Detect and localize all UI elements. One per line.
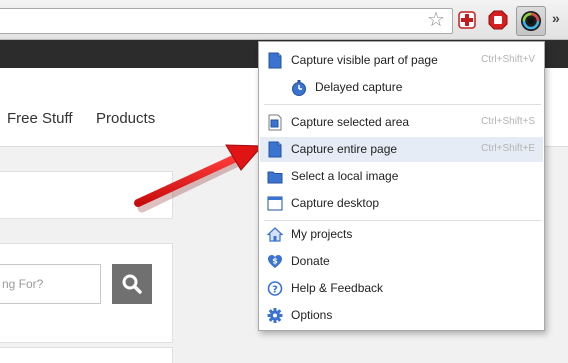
nav-item-products[interactable]: Products — [96, 110, 155, 127]
folder-icon — [267, 171, 283, 184]
menu-item-capture-entire[interactable]: Capture entire page Ctrl+Shift+E — [260, 137, 543, 162]
bookmark-star-icon[interactable]: ☆ — [425, 9, 447, 31]
browser-toolbar: ☆ » — [0, 0, 568, 40]
health-extension-icon[interactable] — [456, 9, 478, 31]
menu-item-help-feedback[interactable]: ? Help & Feedback — [260, 276, 543, 301]
selection-icon — [268, 114, 282, 131]
heart-dollar-icon: $ — [268, 255, 282, 268]
menu-separator — [264, 220, 541, 221]
page-icon — [268, 141, 282, 158]
nav-item-free-stuff[interactable]: Free Stuff — [7, 110, 73, 127]
content-card — [0, 171, 173, 219]
menu-item-capture-visible[interactable]: Capture visible part of page Ctrl+Shift+… — [260, 48, 543, 73]
search-card: ng For? — [0, 243, 173, 343]
menu-item-select-local-image[interactable]: Select a local image — [260, 164, 543, 189]
page-icon — [268, 52, 282, 69]
menu-item-capture-desktop[interactable]: Capture desktop — [260, 191, 543, 216]
svg-text:?: ? — [272, 285, 278, 296]
window-icon — [267, 196, 283, 211]
home-icon — [267, 227, 283, 242]
camera-lens-icon — [521, 11, 541, 31]
address-bar[interactable] — [0, 8, 453, 34]
svg-text:$: $ — [272, 257, 278, 266]
stop-extension-icon[interactable] — [487, 9, 509, 31]
help-icon: ? — [267, 281, 283, 296]
content-card — [0, 347, 173, 363]
menu-item-donate[interactable]: $ Donate — [260, 249, 543, 274]
capture-extension-button[interactable] — [516, 6, 546, 36]
gear-icon — [267, 308, 283, 323]
menu-item-my-projects[interactable]: My projects — [260, 222, 543, 247]
menu-item-delayed-capture[interactable]: Delayed capture — [260, 75, 543, 100]
menu-item-options[interactable]: Options — [260, 303, 543, 328]
timer-icon — [292, 80, 306, 96]
menu-item-capture-selected[interactable]: Capture selected area Ctrl+Shift+S — [260, 110, 543, 135]
search-input[interactable]: ng For? — [0, 264, 101, 304]
search-button[interactable] — [112, 264, 152, 304]
capture-menu: Capture visible part of page Ctrl+Shift+… — [258, 41, 545, 331]
menu-separator — [264, 104, 541, 105]
search-icon — [122, 274, 142, 294]
extensions-overflow-icon[interactable]: » — [552, 10, 560, 26]
